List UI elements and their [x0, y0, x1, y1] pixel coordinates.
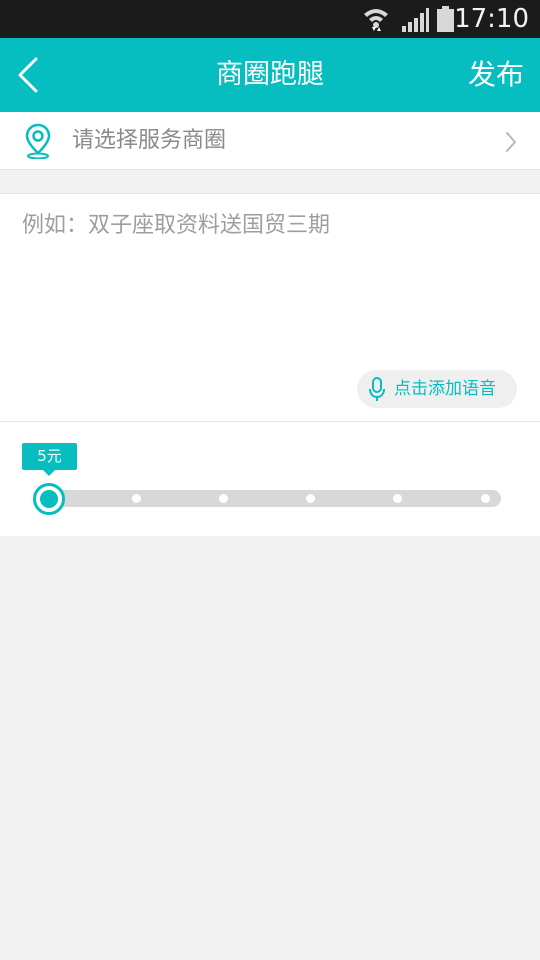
add-voice-button[interactable]: 点击添加语音	[357, 370, 517, 408]
status-time: 17:10	[454, 4, 529, 34]
page-title: 商圈跑腿	[216, 59, 324, 90]
task-description-card: 点击添加语音	[0, 193, 540, 421]
wifi-icon	[364, 9, 388, 31]
publish-button[interactable]: 发布	[468, 38, 524, 112]
battery-icon	[437, 6, 454, 32]
status-bar: 17:10	[0, 0, 540, 38]
district-placeholder: 请选择服务商圈	[72, 128, 227, 153]
task-description-input[interactable]	[22, 210, 522, 360]
slider-stop[interactable]	[393, 494, 403, 503]
price-value-tag: 5元	[22, 443, 77, 476]
slider-stop[interactable]	[306, 494, 316, 503]
add-voice-label: 点击添加语音	[394, 379, 496, 399]
microphone-icon	[369, 377, 385, 401]
signal-icon	[402, 8, 429, 32]
select-district-row[interactable]: 请选择服务商圈	[0, 112, 540, 170]
back-button[interactable]	[14, 56, 42, 94]
price-slider-track[interactable]	[40, 490, 501, 507]
price-slider-card: 5元	[0, 421, 540, 536]
slider-stop[interactable]	[480, 494, 490, 503]
location-pin-icon	[25, 123, 51, 159]
chevron-right-icon	[506, 132, 516, 152]
slider-stop[interactable]	[218, 494, 228, 503]
chevron-left-icon	[18, 57, 38, 93]
slider-stop[interactable]	[131, 494, 141, 503]
top-app-bar: 商圈跑腿 发布	[0, 38, 540, 112]
price-slider-thumb[interactable]	[33, 483, 65, 515]
